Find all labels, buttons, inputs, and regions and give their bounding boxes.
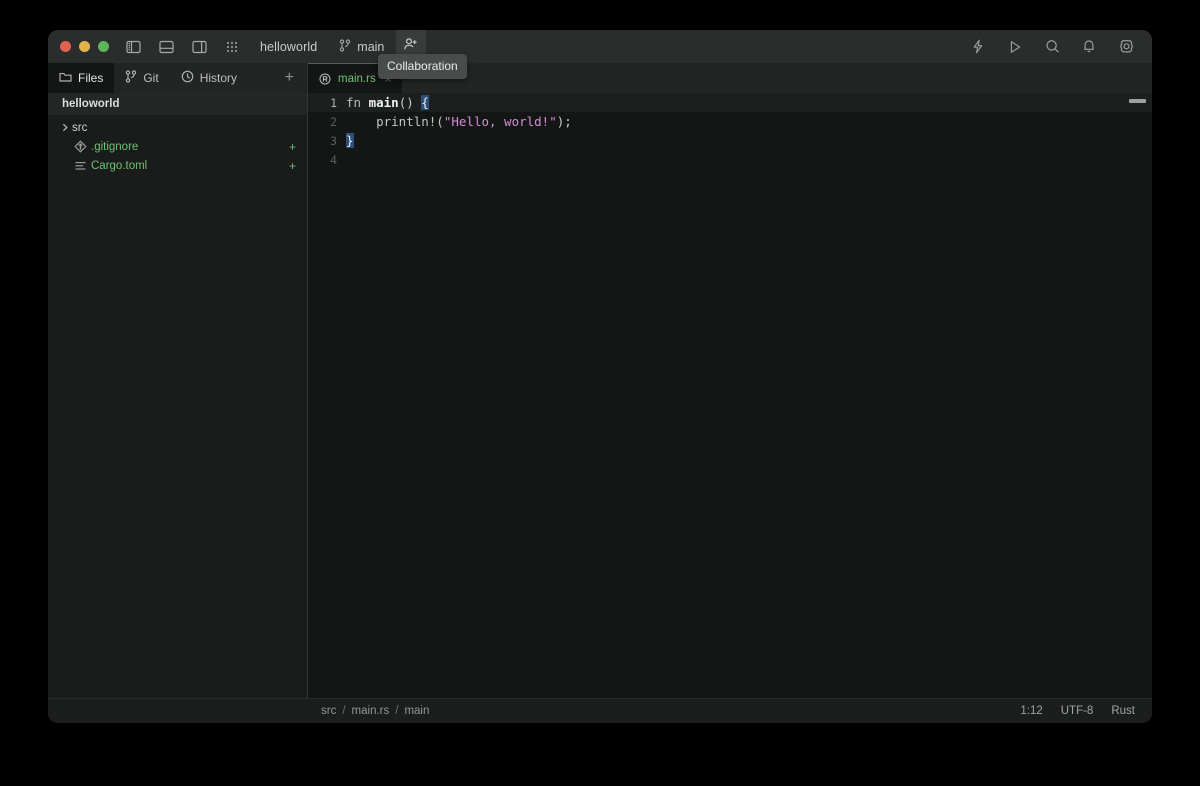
collaboration-tooltip: Collaboration [378, 54, 467, 79]
git-branch-icon [125, 70, 137, 86]
minimize-window-button[interactable] [79, 41, 90, 52]
scrollbar-thumb[interactable] [1129, 99, 1146, 103]
code-line-content: println!("Hello, world!"); [346, 114, 572, 129]
code-line: 2 println!("Hello, world!"); [308, 112, 1152, 131]
breadcrumb-item[interactable]: main [404, 705, 429, 717]
code-token-matching-brace: { [421, 95, 429, 110]
tree-item-src[interactable]: src [48, 118, 307, 137]
line-number: 3 [330, 133, 337, 148]
breadcrumb-item[interactable]: main.rs [352, 705, 390, 717]
code-editor[interactable]: 1 fn main() { 2 println!("Hello, world!"… [308, 93, 1152, 698]
title-bar: helloworld main Collaboration [48, 30, 1152, 79]
maximize-window-button[interactable] [98, 41, 109, 52]
sidebar-tab-files-label: Files [78, 71, 104, 85]
code-token: () [398, 95, 422, 110]
code-line-content: } [346, 133, 354, 148]
git-branch-icon [339, 38, 351, 55]
branch-name: main [357, 39, 385, 54]
rust-logo-icon [319, 73, 331, 85]
code-token: "Hello, world!" [443, 114, 557, 129]
status-bar-right: 1:12 UTF-8 Rust [1020, 705, 1152, 717]
settings-gear-icon[interactable] [1116, 37, 1136, 57]
sidebar-tab-git[interactable]: Git [114, 63, 169, 93]
bell-icon[interactable] [1079, 37, 1099, 57]
code-token-matching-brace: } [346, 133, 354, 148]
file-encoding[interactable]: UTF-8 [1061, 705, 1094, 717]
sidebar-tab-git-label: Git [143, 71, 159, 85]
breadcrumb-item[interactable]: src [321, 705, 336, 717]
code-line: 4 [308, 150, 1152, 169]
search-icon[interactable] [1042, 37, 1062, 57]
git-status-badge: + [288, 139, 296, 154]
panel-toggle-group [123, 37, 242, 57]
add-panel-button[interactable]: + [272, 63, 307, 93]
line-number: 1 [330, 95, 337, 110]
window-body: Files Git History + helloworld src .giti… [48, 63, 1152, 698]
zap-icon[interactable] [968, 37, 988, 57]
code-token: fn [346, 95, 369, 110]
project-root-header[interactable]: helloworld [48, 93, 307, 115]
clock-icon [181, 70, 194, 86]
bottom-panel-icon[interactable] [156, 37, 176, 57]
tree-item-label: Cargo.toml [91, 159, 148, 172]
tree-item-cargo-toml[interactable]: Cargo.toml + [48, 156, 307, 175]
code-token: ); [556, 114, 572, 129]
status-bar: src / main.rs / main 1:12 UTF-8 Rust [48, 698, 1152, 723]
close-window-button[interactable] [60, 41, 71, 52]
tree-item-label: src [72, 121, 88, 134]
tree-item-label: .gitignore [91, 140, 139, 153]
sidebar: Files Git History + helloworld src .giti… [48, 63, 308, 698]
grid-apps-icon[interactable] [222, 37, 242, 57]
sidebar-tab-bar: Files Git History + [48, 63, 307, 93]
code-token: main [368, 95, 399, 110]
code-token: println!( [346, 114, 444, 129]
line-number: 4 [330, 152, 337, 167]
language-mode[interactable]: Rust [1111, 705, 1135, 717]
window-controls [48, 41, 123, 52]
branch-indicator[interactable]: main [339, 38, 385, 55]
breadcrumb-separator: / [395, 705, 399, 717]
app-window: helloworld main Collaboration Files Git … [48, 30, 1152, 723]
git-status-badge: + [288, 158, 296, 173]
right-panel-icon[interactable] [189, 37, 209, 57]
file-tree: src .gitignore + Cargo.toml + [48, 115, 307, 175]
code-line: 3 } [308, 131, 1152, 150]
tree-item-gitignore[interactable]: .gitignore + [48, 137, 307, 156]
sidebar-tab-history-label: History [199, 71, 238, 85]
project-title: helloworld [260, 39, 318, 54]
line-number: 2 [330, 114, 337, 129]
sidebar-tab-files[interactable]: Files [48, 63, 115, 93]
breadcrumb: src / main.rs / main [308, 705, 429, 717]
sidebar-tab-history[interactable]: History [170, 63, 248, 93]
editor-tab-label: main.rs [338, 72, 376, 85]
titlebar-actions [968, 37, 1152, 57]
gitignore-icon [72, 140, 88, 153]
editor-pane: main.rs × 1 fn main() { 2 println!("Hell… [308, 63, 1152, 698]
chevron-right-icon [58, 123, 72, 132]
cursor-position[interactable]: 1:12 [1020, 705, 1042, 717]
toml-lines-icon [72, 160, 88, 172]
breadcrumb-separator: / [342, 705, 346, 717]
code-line-content: fn main() { [346, 95, 429, 110]
folder-icon [59, 71, 72, 86]
code-line: 1 fn main() { [308, 93, 1152, 112]
left-panel-icon[interactable] [123, 37, 143, 57]
run-icon[interactable] [1005, 37, 1025, 57]
